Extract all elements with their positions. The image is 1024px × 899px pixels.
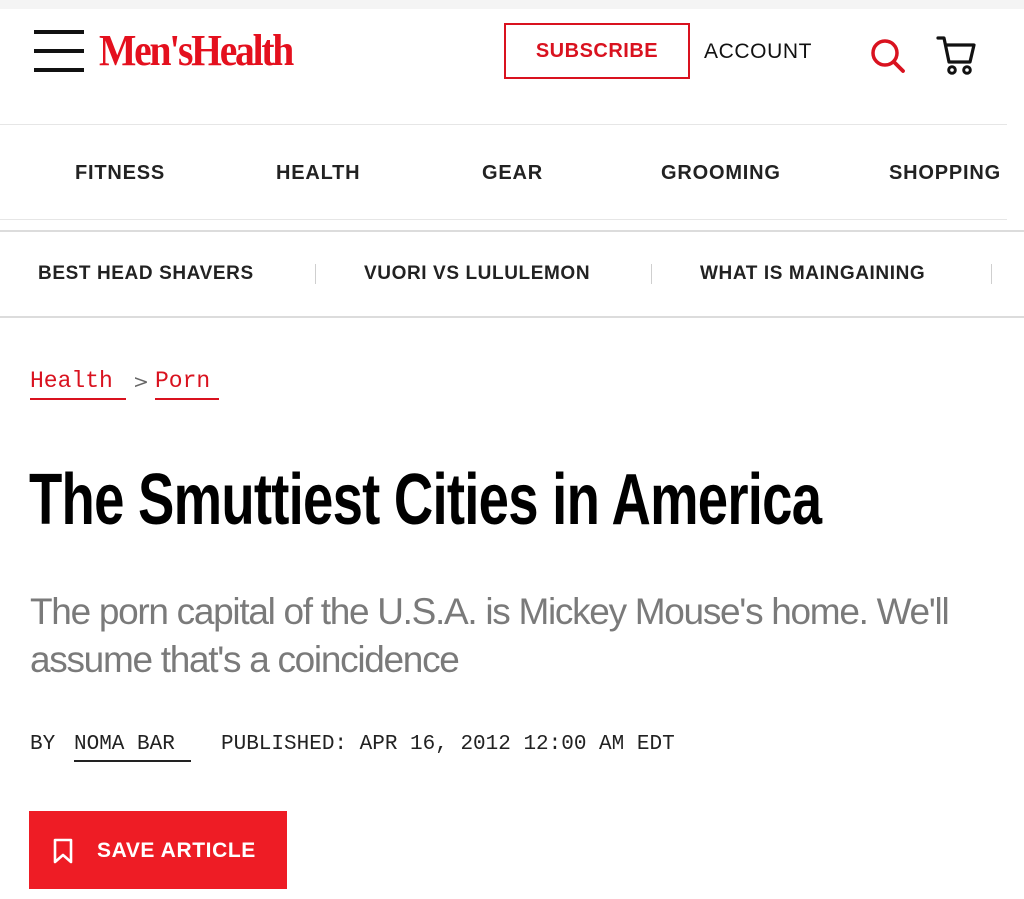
status-strip [0, 0, 1024, 9]
subscribe-button[interactable]: SUBSCRIBE [504, 23, 690, 79]
publish-date: PUBLISHED: APR 16, 2012 12:00 AM EDT [221, 733, 675, 756]
bookmark-icon [52, 838, 74, 864]
cart-icon[interactable] [935, 33, 977, 77]
trending-link-maingaining[interactable]: WHAT IS MAINGAINING [700, 262, 925, 286]
site-logo[interactable]: Men'sHealth [99, 26, 294, 76]
nav-item-health[interactable]: HEALTH [276, 160, 360, 186]
account-link[interactable]: ACCOUNT [704, 38, 812, 66]
trending-link-head-shavers[interactable]: BEST HEAD SHAVERS [38, 262, 254, 286]
breadcrumb-separator: > [133, 371, 149, 393]
breadcrumb-underline [155, 398, 219, 400]
breadcrumb-underline [30, 398, 126, 400]
byline-prefix: BY [30, 733, 56, 756]
trending-separator [991, 264, 992, 284]
trending-divider [0, 316, 1024, 318]
nav-item-gear[interactable]: GEAR [482, 160, 543, 186]
article-dek: The porn capital of the U.S.A. is Mickey… [30, 591, 950, 680]
author-link[interactable]: NOMA BAR [74, 731, 175, 759]
byline: BY NOMA BAR PUBLISHED: APR 16, 2012 12:0… [30, 731, 675, 762]
page-title: The Smuttiest Cities in America [29, 460, 822, 540]
subscribe-label: SUBSCRIBE [535, 39, 659, 62]
search-icon[interactable] [868, 36, 908, 76]
author-underline [74, 760, 191, 762]
menu-icon[interactable] [34, 30, 84, 72]
nav-divider [0, 219, 1007, 220]
nav-item-fitness[interactable]: FITNESS [75, 160, 165, 186]
nav-item-shopping[interactable]: SHOPPING [889, 160, 1001, 186]
trending-link-vuori-lululemon[interactable]: VUORI VS LULULEMON [364, 262, 590, 286]
save-article-button[interactable]: SAVE ARTICLE [29, 811, 287, 889]
nav-item-grooming[interactable]: GROOMING [661, 160, 781, 186]
breadcrumb-health[interactable]: Health [30, 367, 113, 395]
primary-nav: FITNESS HEALTH GEAR GROOMING SHOPPING [0, 125, 1024, 219]
trending-separator [315, 264, 316, 284]
breadcrumb-porn[interactable]: Porn [155, 367, 210, 395]
save-article-label: SAVE ARTICLE [97, 839, 256, 862]
trending-separator [651, 264, 652, 284]
nav-divider [0, 230, 1024, 232]
